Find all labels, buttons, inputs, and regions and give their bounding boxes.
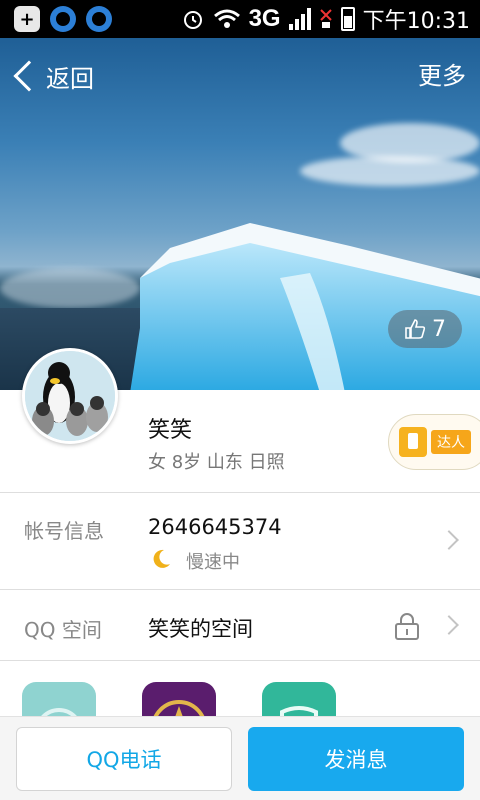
clock: 下午10:31 bbox=[362, 9, 470, 34]
winged-phone-icon bbox=[399, 427, 427, 457]
online-status: 慢速中 bbox=[186, 552, 240, 573]
qzone-label: QQ 空间 bbox=[24, 618, 102, 642]
avatar[interactable] bbox=[22, 348, 118, 444]
wifi-icon bbox=[213, 9, 240, 28]
qq-number: 2646645374 bbox=[148, 515, 282, 539]
profile-meta: 女 8岁 山东 日照 bbox=[148, 452, 285, 473]
sim-no-signal-icon bbox=[319, 9, 332, 28]
status-bar: + 3G 下午10:31 bbox=[0, 0, 480, 38]
chevron-right-icon bbox=[439, 615, 459, 635]
alarm-icon bbox=[183, 11, 202, 29]
qq-call-button[interactable]: QQ电话 bbox=[16, 727, 232, 791]
more-button[interactable]: 更多 bbox=[418, 56, 466, 91]
like-button[interactable]: 7 bbox=[388, 310, 462, 348]
iceberg-illustration bbox=[130, 223, 480, 390]
daren-badge-label: 达人 bbox=[431, 430, 471, 454]
add-notification-icon: + bbox=[14, 6, 40, 32]
qzone-name: 笑笑的空间 bbox=[148, 617, 253, 641]
cover-photo[interactable]: 返回 更多 7 bbox=[0, 38, 480, 390]
signal-icon bbox=[288, 8, 311, 30]
divider bbox=[0, 660, 480, 661]
daren-badge[interactable]: 达人 bbox=[388, 414, 480, 470]
back-button[interactable]: 返回 bbox=[10, 56, 94, 96]
account-info-label: 帐号信息 bbox=[24, 519, 104, 543]
lock-icon bbox=[395, 613, 419, 640]
chevron-left-icon bbox=[13, 60, 45, 92]
like-count: 7 bbox=[432, 316, 446, 342]
chevron-right-icon bbox=[439, 530, 459, 550]
account-info-row[interactable]: 帐号信息 bbox=[0, 493, 480, 589]
qq-notification-icon-2 bbox=[86, 6, 112, 32]
moon-icon bbox=[150, 548, 172, 575]
network-type: 3G bbox=[248, 5, 281, 32]
battery-icon bbox=[340, 7, 355, 31]
profile-name: 笑笑 bbox=[148, 418, 193, 443]
qq-notification-icon bbox=[50, 6, 76, 32]
back-label: 返回 bbox=[46, 64, 94, 93]
send-message-button[interactable]: 发消息 bbox=[248, 727, 464, 791]
penguin-avatar-image bbox=[25, 351, 115, 441]
thumbs-up-icon bbox=[405, 319, 426, 339]
bottom-action-bar: QQ电话 发消息 bbox=[0, 716, 480, 800]
